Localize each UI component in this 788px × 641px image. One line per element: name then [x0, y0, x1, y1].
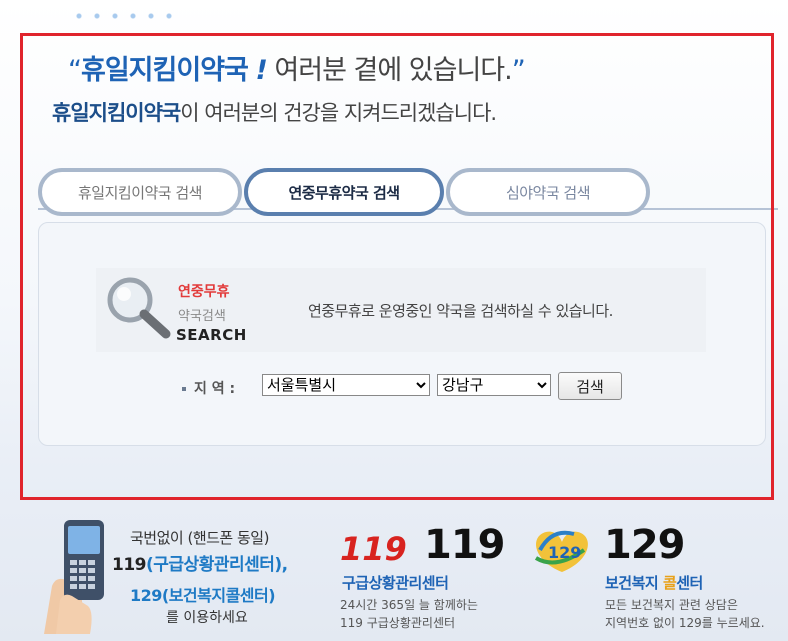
welfare-title-b: 콜 — [662, 574, 677, 592]
ems-title: 구급상황관리센터 — [342, 574, 449, 592]
ems-desc-2: 119 구급상황관리센터 — [340, 616, 456, 630]
ems-119-logo: 119 — [340, 530, 407, 568]
ems-number: 119 — [424, 522, 505, 568]
welfare-title: 보건복지 콜센터 — [605, 572, 703, 593]
svg-text:119: 119 — [340, 530, 407, 568]
decorative-dots — [70, 8, 180, 24]
welfare-number: 129 — [604, 522, 685, 568]
welfare-desc-1: 모든 보건복지 관련 상담은 — [605, 598, 738, 612]
hand-phone-icon — [44, 520, 104, 634]
highlight-frame — [20, 33, 774, 500]
phone-number-119: 119 — [112, 555, 147, 575]
banner-phone-line3: 129(보건복지콜센터) — [130, 586, 276, 605]
svg-text:129: 129 — [548, 543, 581, 562]
welfare-desc-2: 지역번호 없이 129를 누르세요. — [605, 616, 765, 630]
phone-119-desc: (구급상황관리센터), — [146, 555, 288, 575]
welfare-129-logo: 129 — [534, 530, 588, 572]
banner-phone-line4: 를 이용하세요 — [166, 610, 248, 626]
ems-desc-1: 24시간 365일 늘 함께하는 — [340, 598, 478, 612]
welfare-title-c: 센터 — [676, 574, 703, 592]
banner-phone-line2: 119(구급상황관리센터), — [112, 550, 288, 575]
banner-phone-line1: 국번없이 (핸드폰 동일) — [130, 529, 269, 547]
welfare-title-a: 보건복지 — [605, 574, 663, 592]
